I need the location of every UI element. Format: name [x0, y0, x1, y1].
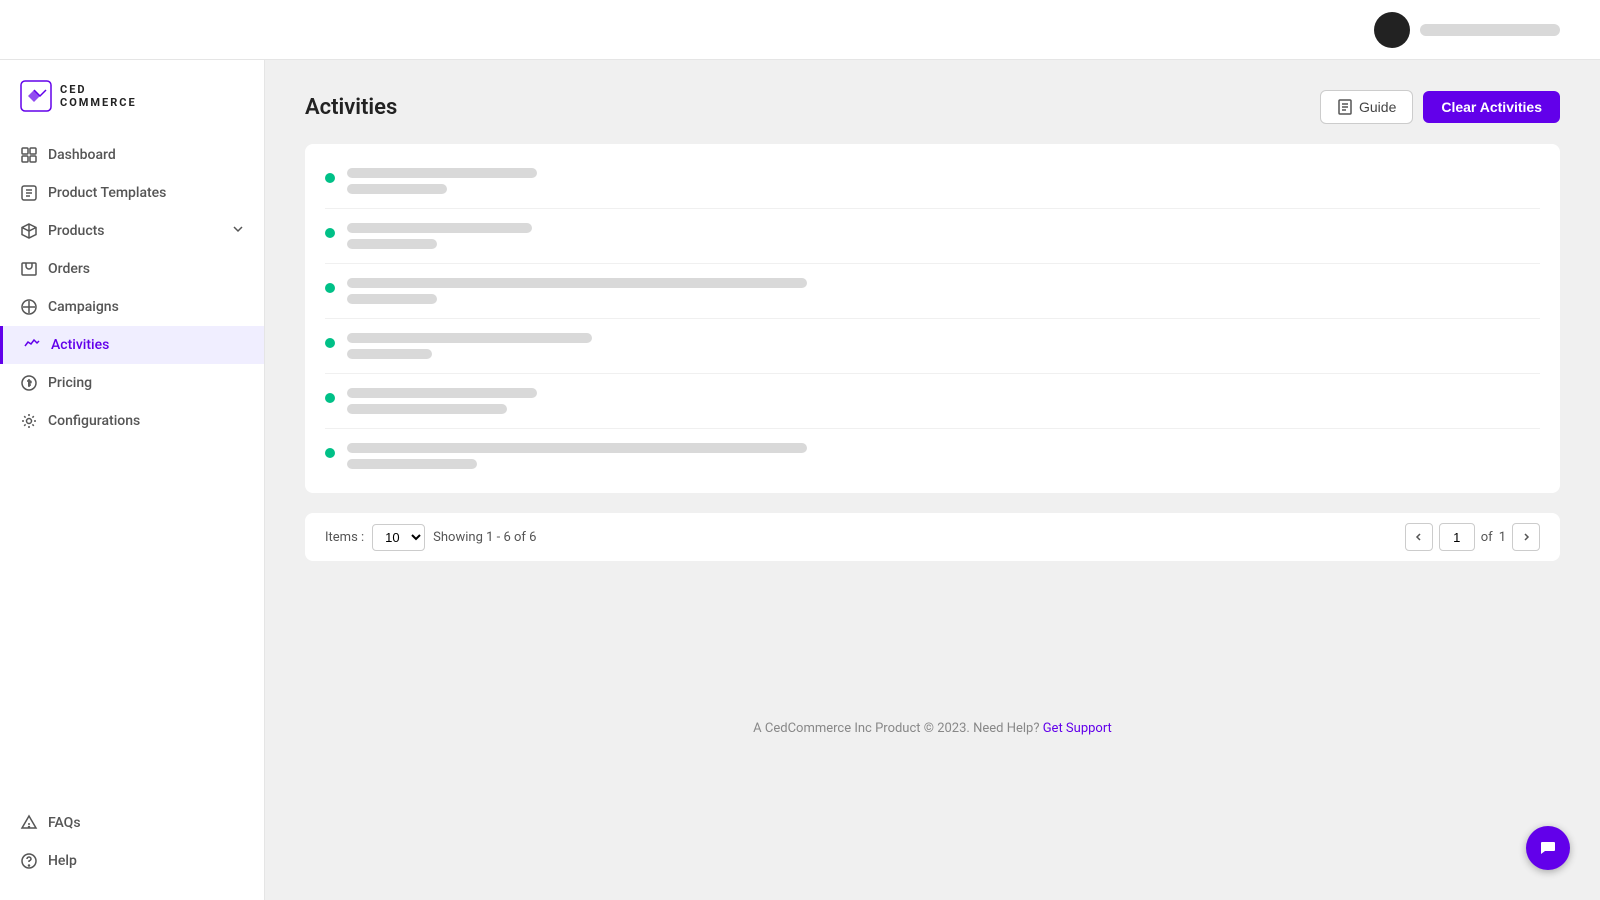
activity-content: [347, 443, 1540, 469]
sidebar-item-label: Help: [48, 853, 77, 869]
items-per-page: Items : 10 20 50 Showing 1 - 6 of 6: [325, 524, 536, 551]
support-link[interactable]: Get Support: [1043, 721, 1112, 736]
sidebar-item-label: Configurations: [48, 413, 140, 429]
header-actions: Guide Clear Activities: [1320, 90, 1560, 124]
activity-item: [325, 319, 1540, 374]
campaigns-icon: [20, 298, 38, 316]
faqs-icon: [20, 814, 38, 832]
activity-dot: [325, 283, 335, 293]
activity-content: [347, 388, 1540, 414]
sidebar-item-configurations[interactable]: Configurations: [0, 402, 264, 440]
products-icon: [20, 222, 38, 240]
dashboard-icon: [20, 146, 38, 164]
items-label: Items :: [325, 530, 364, 545]
sidebar-item-product-templates[interactable]: Product Templates: [0, 174, 264, 212]
activities-icon: [23, 336, 41, 354]
avatar: [1374, 12, 1410, 48]
activity-line-2: [347, 239, 437, 249]
sidebar-item-dashboard[interactable]: Dashboard: [0, 136, 264, 174]
sidebar-item-label: Dashboard: [48, 147, 116, 163]
activity-dot: [325, 393, 335, 403]
sidebar-item-label: Product Templates: [48, 185, 166, 201]
activity-line-1: [347, 278, 807, 288]
page-number-input[interactable]: [1439, 523, 1475, 551]
activity-item: [325, 209, 1540, 264]
orders-icon: [20, 260, 38, 278]
sidebar-item-pricing[interactable]: Pricing: [0, 364, 264, 402]
sidebar-item-label: Orders: [48, 261, 90, 277]
activity-line-2: [347, 184, 447, 194]
help-icon: [20, 852, 38, 870]
activity-item: [325, 264, 1540, 319]
activity-item: [325, 154, 1540, 209]
activity-dot: [325, 173, 335, 183]
activity-line-1: [347, 443, 807, 453]
chevron-left-icon: [1414, 532, 1424, 542]
per-page-select[interactable]: 10 20 50: [372, 524, 425, 551]
configurations-icon: [20, 412, 38, 430]
chat-icon: [1538, 838, 1558, 858]
activity-line-1: [347, 388, 537, 398]
page-of-label: of: [1481, 530, 1493, 545]
sidebar-item-label: Products: [48, 223, 105, 239]
nav-divider: [0, 440, 264, 456]
activity-dot: [325, 338, 335, 348]
sidebar-item-campaigns[interactable]: Campaigns: [0, 288, 264, 326]
activity-line-1: [347, 223, 532, 233]
total-pages: 1: [1499, 530, 1506, 545]
sidebar-item-help[interactable]: Help: [0, 842, 264, 880]
page-title: Activities: [305, 95, 397, 120]
sidebar-logo: CED COMMERCE: [0, 80, 264, 136]
activity-content: [347, 168, 1540, 194]
logo-icon: [20, 80, 52, 112]
sidebar-item-label: FAQs: [48, 815, 81, 831]
guide-button[interactable]: Guide: [1320, 90, 1413, 124]
next-page-button[interactable]: [1512, 523, 1540, 551]
activity-line-1: [347, 168, 537, 178]
chat-button[interactable]: [1526, 826, 1570, 870]
main-content: Activities Guide Clear Activities: [265, 60, 1600, 900]
username-placeholder: [1420, 24, 1560, 36]
sidebar-item-activities[interactable]: Activities: [0, 326, 264, 364]
activity-line-2: [347, 294, 437, 304]
activity-content: [347, 223, 1540, 249]
activity-dot: [325, 448, 335, 458]
product-templates-icon: [20, 184, 38, 202]
pagination-row: Items : 10 20 50 Showing 1 - 6 of 6 of 1: [305, 513, 1560, 561]
activity-line-2: [347, 404, 507, 414]
sidebar-item-orders[interactable]: Orders: [0, 250, 264, 288]
topbar: [0, 0, 1600, 60]
pricing-icon: [20, 374, 38, 392]
activity-line-2: [347, 349, 432, 359]
sidebar-item-label: Campaigns: [48, 299, 119, 315]
footer-text: A CedCommerce Inc Product © 2023. Need H…: [753, 721, 1039, 736]
main-layout: CED COMMERCE Dashboard: [0, 60, 1600, 900]
activity-item: [325, 374, 1540, 429]
activity-dot: [325, 228, 335, 238]
clear-activities-button[interactable]: Clear Activities: [1423, 91, 1560, 123]
activity-content: [347, 278, 1540, 304]
page-header: Activities Guide Clear Activities: [305, 90, 1560, 124]
prev-page-button[interactable]: [1405, 523, 1433, 551]
sidebar-item-products[interactable]: Products: [0, 212, 264, 250]
activity-line-2: [347, 459, 477, 469]
activity-item: [325, 429, 1540, 483]
sidebar-item-label: Pricing: [48, 375, 92, 391]
sidebar: CED COMMERCE Dashboard: [0, 60, 265, 900]
activity-line-1: [347, 333, 592, 343]
activity-content: [347, 333, 1540, 359]
sidebar-nav: Dashboard Product Templates: [0, 136, 264, 880]
chevron-down-icon: [232, 223, 244, 239]
guide-icon: [1337, 99, 1353, 115]
activities-list: [305, 144, 1560, 493]
chevron-right-icon: [1521, 532, 1531, 542]
sidebar-item-faqs[interactable]: FAQs: [0, 804, 264, 842]
footer: A CedCommerce Inc Product © 2023. Need H…: [305, 561, 1560, 756]
sidebar-item-label: Activities: [51, 337, 109, 353]
logo-text: CED COMMERCE: [60, 83, 137, 109]
topbar-user: [1374, 12, 1560, 48]
pagination-controls: of 1: [1405, 523, 1540, 551]
showing-text: Showing 1 - 6 of 6: [433, 530, 536, 545]
